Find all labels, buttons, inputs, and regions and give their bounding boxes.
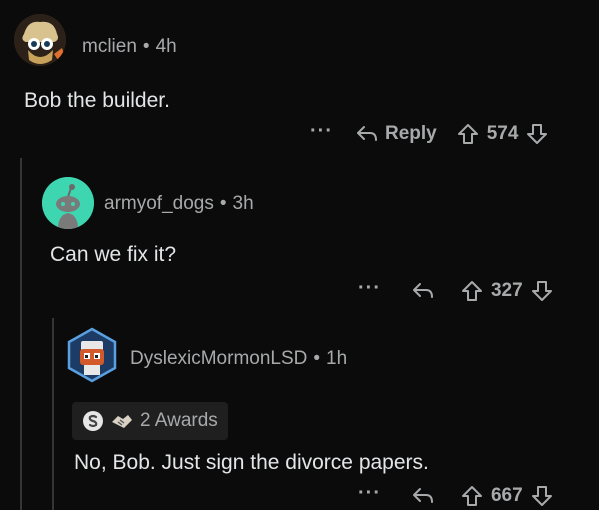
more-options-icon[interactable]: ··· xyxy=(358,483,381,503)
avatar[interactable] xyxy=(14,14,66,66)
upvote-arrow-icon xyxy=(457,124,478,144)
comment-body: Bob the builder. xyxy=(24,89,170,112)
username[interactable]: armyof_dogs xyxy=(104,193,214,214)
timestamp: 3h xyxy=(232,193,254,214)
handshake-award-icon xyxy=(110,410,134,432)
vote-score: 327 xyxy=(490,280,523,301)
reply-button[interactable] xyxy=(411,486,435,506)
more-options-icon[interactable]: ··· xyxy=(310,121,333,141)
username[interactable]: mclien xyxy=(82,36,137,57)
awards-badge[interactable]: 2 Awards xyxy=(72,402,228,440)
separator-dot: • xyxy=(142,36,150,57)
comment-body: No, Bob. Just sign the divorce papers. xyxy=(74,451,429,474)
comment-actions: ··· 327 xyxy=(358,277,553,305)
reply-button[interactable]: Reply xyxy=(355,123,437,145)
downvote-button[interactable] xyxy=(531,485,553,507)
downvote-arrow-icon xyxy=(527,124,548,144)
reply-arrow-icon xyxy=(412,283,433,298)
comment-meta: armyof_dogs • 3h xyxy=(104,193,254,215)
thread-line-level-2[interactable] xyxy=(52,318,54,510)
comment-actions: ··· Reply 574 xyxy=(310,120,548,148)
vote-score: 574 xyxy=(486,123,519,144)
comment-actions: ··· 667 xyxy=(358,482,553,510)
comment-meta: mclien • 4h xyxy=(82,36,177,58)
more-options-icon[interactable]: ··· xyxy=(358,278,381,298)
timestamp: 1h xyxy=(326,348,348,369)
upvote-arrow-icon xyxy=(461,281,482,301)
username[interactable]: DyslexicMormonLSD xyxy=(130,348,307,369)
upvote-arrow-icon xyxy=(461,486,482,506)
upvote-button[interactable] xyxy=(461,485,483,507)
silver-award-icon xyxy=(82,410,104,432)
downvote-arrow-icon xyxy=(531,486,552,506)
thread-line-level-1[interactable] xyxy=(20,158,22,510)
comment-meta: DyslexicMormonLSD • 1h xyxy=(130,348,347,370)
avatar[interactable] xyxy=(64,327,120,383)
reply-arrow-icon xyxy=(356,126,377,141)
separator-dot: • xyxy=(219,193,227,214)
upvote-button[interactable] xyxy=(457,123,479,145)
separator-dot: • xyxy=(313,348,321,369)
comment-body: Can we fix it? xyxy=(50,243,177,266)
downvote-button[interactable] xyxy=(531,280,553,302)
downvote-button[interactable] xyxy=(526,123,548,145)
downvote-arrow-icon xyxy=(531,281,552,301)
vote-score: 667 xyxy=(490,485,523,506)
avatar[interactable] xyxy=(42,177,94,229)
awards-count: 2 Awards xyxy=(140,410,218,431)
timestamp: 4h xyxy=(155,36,177,57)
reply-arrow-icon xyxy=(412,488,433,503)
upvote-button[interactable] xyxy=(461,280,483,302)
reply-label: Reply xyxy=(384,123,437,144)
reply-button[interactable] xyxy=(411,281,435,301)
